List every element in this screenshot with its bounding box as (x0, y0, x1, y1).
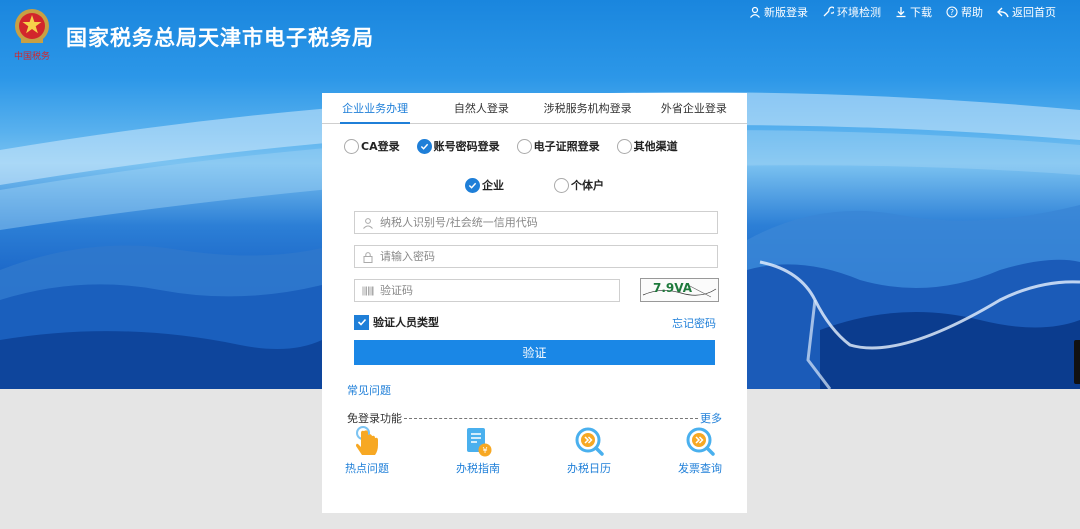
verify-type-checkbox[interactable] (354, 314, 369, 330)
method-ca[interactable]: CA登录 (344, 138, 400, 154)
radio-e-certificate[interactable] (516, 138, 532, 154)
login-tabs: 企业业务办理 自然人登录 涉税服务机构登录 外省企业登录 (322, 93, 747, 124)
nav-back-home-label: 返回首页 (1012, 6, 1056, 19)
captcha-input[interactable] (380, 284, 619, 297)
nav-back-home[interactable]: 返回首页 (997, 4, 1056, 20)
check-icon (468, 182, 477, 189)
tab-natural-person[interactable]: 自然人登录 (428, 93, 534, 123)
tab-tax-agency[interactable]: 涉税服务机构登录 (535, 93, 641, 123)
method-e-certificate-label: 电子证照登录 (533, 140, 600, 153)
method-other[interactable]: 其他渠道 (616, 138, 678, 154)
lock-icon (363, 251, 373, 263)
password-field[interactable] (354, 245, 718, 268)
verify-type-option[interactable]: 验证人员类型 (354, 314, 439, 330)
faq-link[interactable]: 常见问题 (347, 382, 391, 398)
taxpayer-id-input[interactable] (380, 216, 717, 229)
nav-env-check[interactable]: 环境检测 (822, 4, 881, 20)
method-account-password[interactable]: 账号密码登录 (416, 138, 500, 154)
captcha-image[interactable]: 7.9VA (640, 278, 719, 302)
tab-out-of-province[interactable]: 外省企业登录 (641, 93, 747, 123)
nav-download-label: 下载 (910, 6, 932, 19)
method-account-password-label: 账号密码登录 (433, 140, 500, 153)
download-icon (896, 7, 906, 18)
taxpayer-id-field[interactable] (354, 211, 718, 234)
nav-download[interactable]: 下载 (895, 4, 932, 20)
entity-enterprise[interactable]: 企业 (465, 177, 504, 193)
entity-individual-label: 个体户 (571, 179, 604, 192)
radio-enterprise[interactable] (465, 177, 480, 193)
radio-account-password[interactable] (416, 138, 432, 154)
nav-help[interactable]: ? 帮助 (946, 4, 983, 20)
svg-text:¥: ¥ (482, 446, 487, 455)
quick-link-tax-guide[interactable]: ¥ 办税指南 (443, 425, 513, 476)
verify-button[interactable]: 验证 (354, 340, 715, 365)
user-icon (363, 217, 373, 229)
entity-type-group: 企业 个体户 (465, 177, 604, 193)
quick-link-tax-guide-label: 办税指南 (456, 462, 500, 475)
check-icon (420, 143, 428, 150)
quick-link-hot-issues-label: 热点问题 (345, 462, 389, 475)
password-input[interactable] (380, 250, 717, 263)
back-icon (997, 7, 1009, 18)
method-ca-label: CA登录 (361, 140, 400, 153)
help-icon: ? (946, 6, 958, 18)
quick-link-hot-issues[interactable]: 热点问题 (332, 425, 402, 476)
user-icon (750, 6, 760, 18)
quick-link-tax-calendar-label: 办税日历 (567, 462, 611, 475)
more-link[interactable]: 更多 (700, 410, 722, 426)
wrench-icon (823, 6, 834, 17)
invoice-search-icon (686, 427, 715, 456)
guide-book-icon: ¥ (467, 428, 492, 457)
side-scroll-handle[interactable] (1074, 340, 1080, 384)
barcode-icon (362, 286, 374, 295)
tap-hand-icon (356, 426, 378, 455)
quick-link-tax-calendar[interactable]: 办税日历 (554, 425, 624, 476)
nav-new-login[interactable]: 新版登录 (749, 4, 808, 20)
radio-ca[interactable] (344, 138, 359, 154)
calendar-search-icon (575, 427, 604, 456)
quick-link-invoice-query[interactable]: 发票查询 (665, 425, 735, 476)
captcha-text: 7.9VA (653, 281, 693, 295)
quick-link-invoice-query-label: 发票查询 (678, 462, 722, 475)
tab-enterprise[interactable]: 企业业务办理 (322, 93, 428, 124)
free-login-label: 免登录功能 (347, 412, 402, 425)
svg-text:?: ? (950, 8, 954, 17)
dashed-divider (404, 417, 698, 419)
forgot-password-link[interactable]: 忘记密码 (672, 315, 716, 331)
tax-bureau-emblem: 中国税务 (12, 6, 52, 62)
entity-enterprise-label: 企业 (482, 179, 504, 192)
radio-individual[interactable] (554, 177, 569, 193)
free-login-divider: 免登录功能 更多 (347, 410, 722, 426)
captcha-field[interactable] (354, 279, 620, 302)
nav-new-login-label: 新版登录 (764, 6, 808, 19)
login-method-group: CA登录 账号密码登录 电子证照登录 其他渠道 (344, 138, 678, 154)
radio-other[interactable] (616, 138, 632, 154)
nav-env-check-label: 环境检测 (837, 6, 881, 19)
method-other-label: 其他渠道 (633, 140, 678, 153)
verify-type-label: 验证人员类型 (373, 316, 439, 329)
nav-help-label: 帮助 (961, 6, 983, 19)
method-e-certificate[interactable]: 电子证照登录 (516, 138, 600, 154)
login-panel: 企业业务办理 自然人登录 涉税服务机构登录 外省企业登录 CA登录 账号密码登录… (322, 93, 747, 513)
top-navigation: 新版登录 环境检测 下载 ? 帮助 返回首页 (749, 4, 1056, 20)
check-icon (357, 318, 366, 326)
site-title: 国家税务总局天津市电子税务局 (66, 26, 374, 50)
logo-caption: 中国税务 (14, 50, 50, 62)
entity-individual[interactable]: 个体户 (554, 177, 604, 193)
